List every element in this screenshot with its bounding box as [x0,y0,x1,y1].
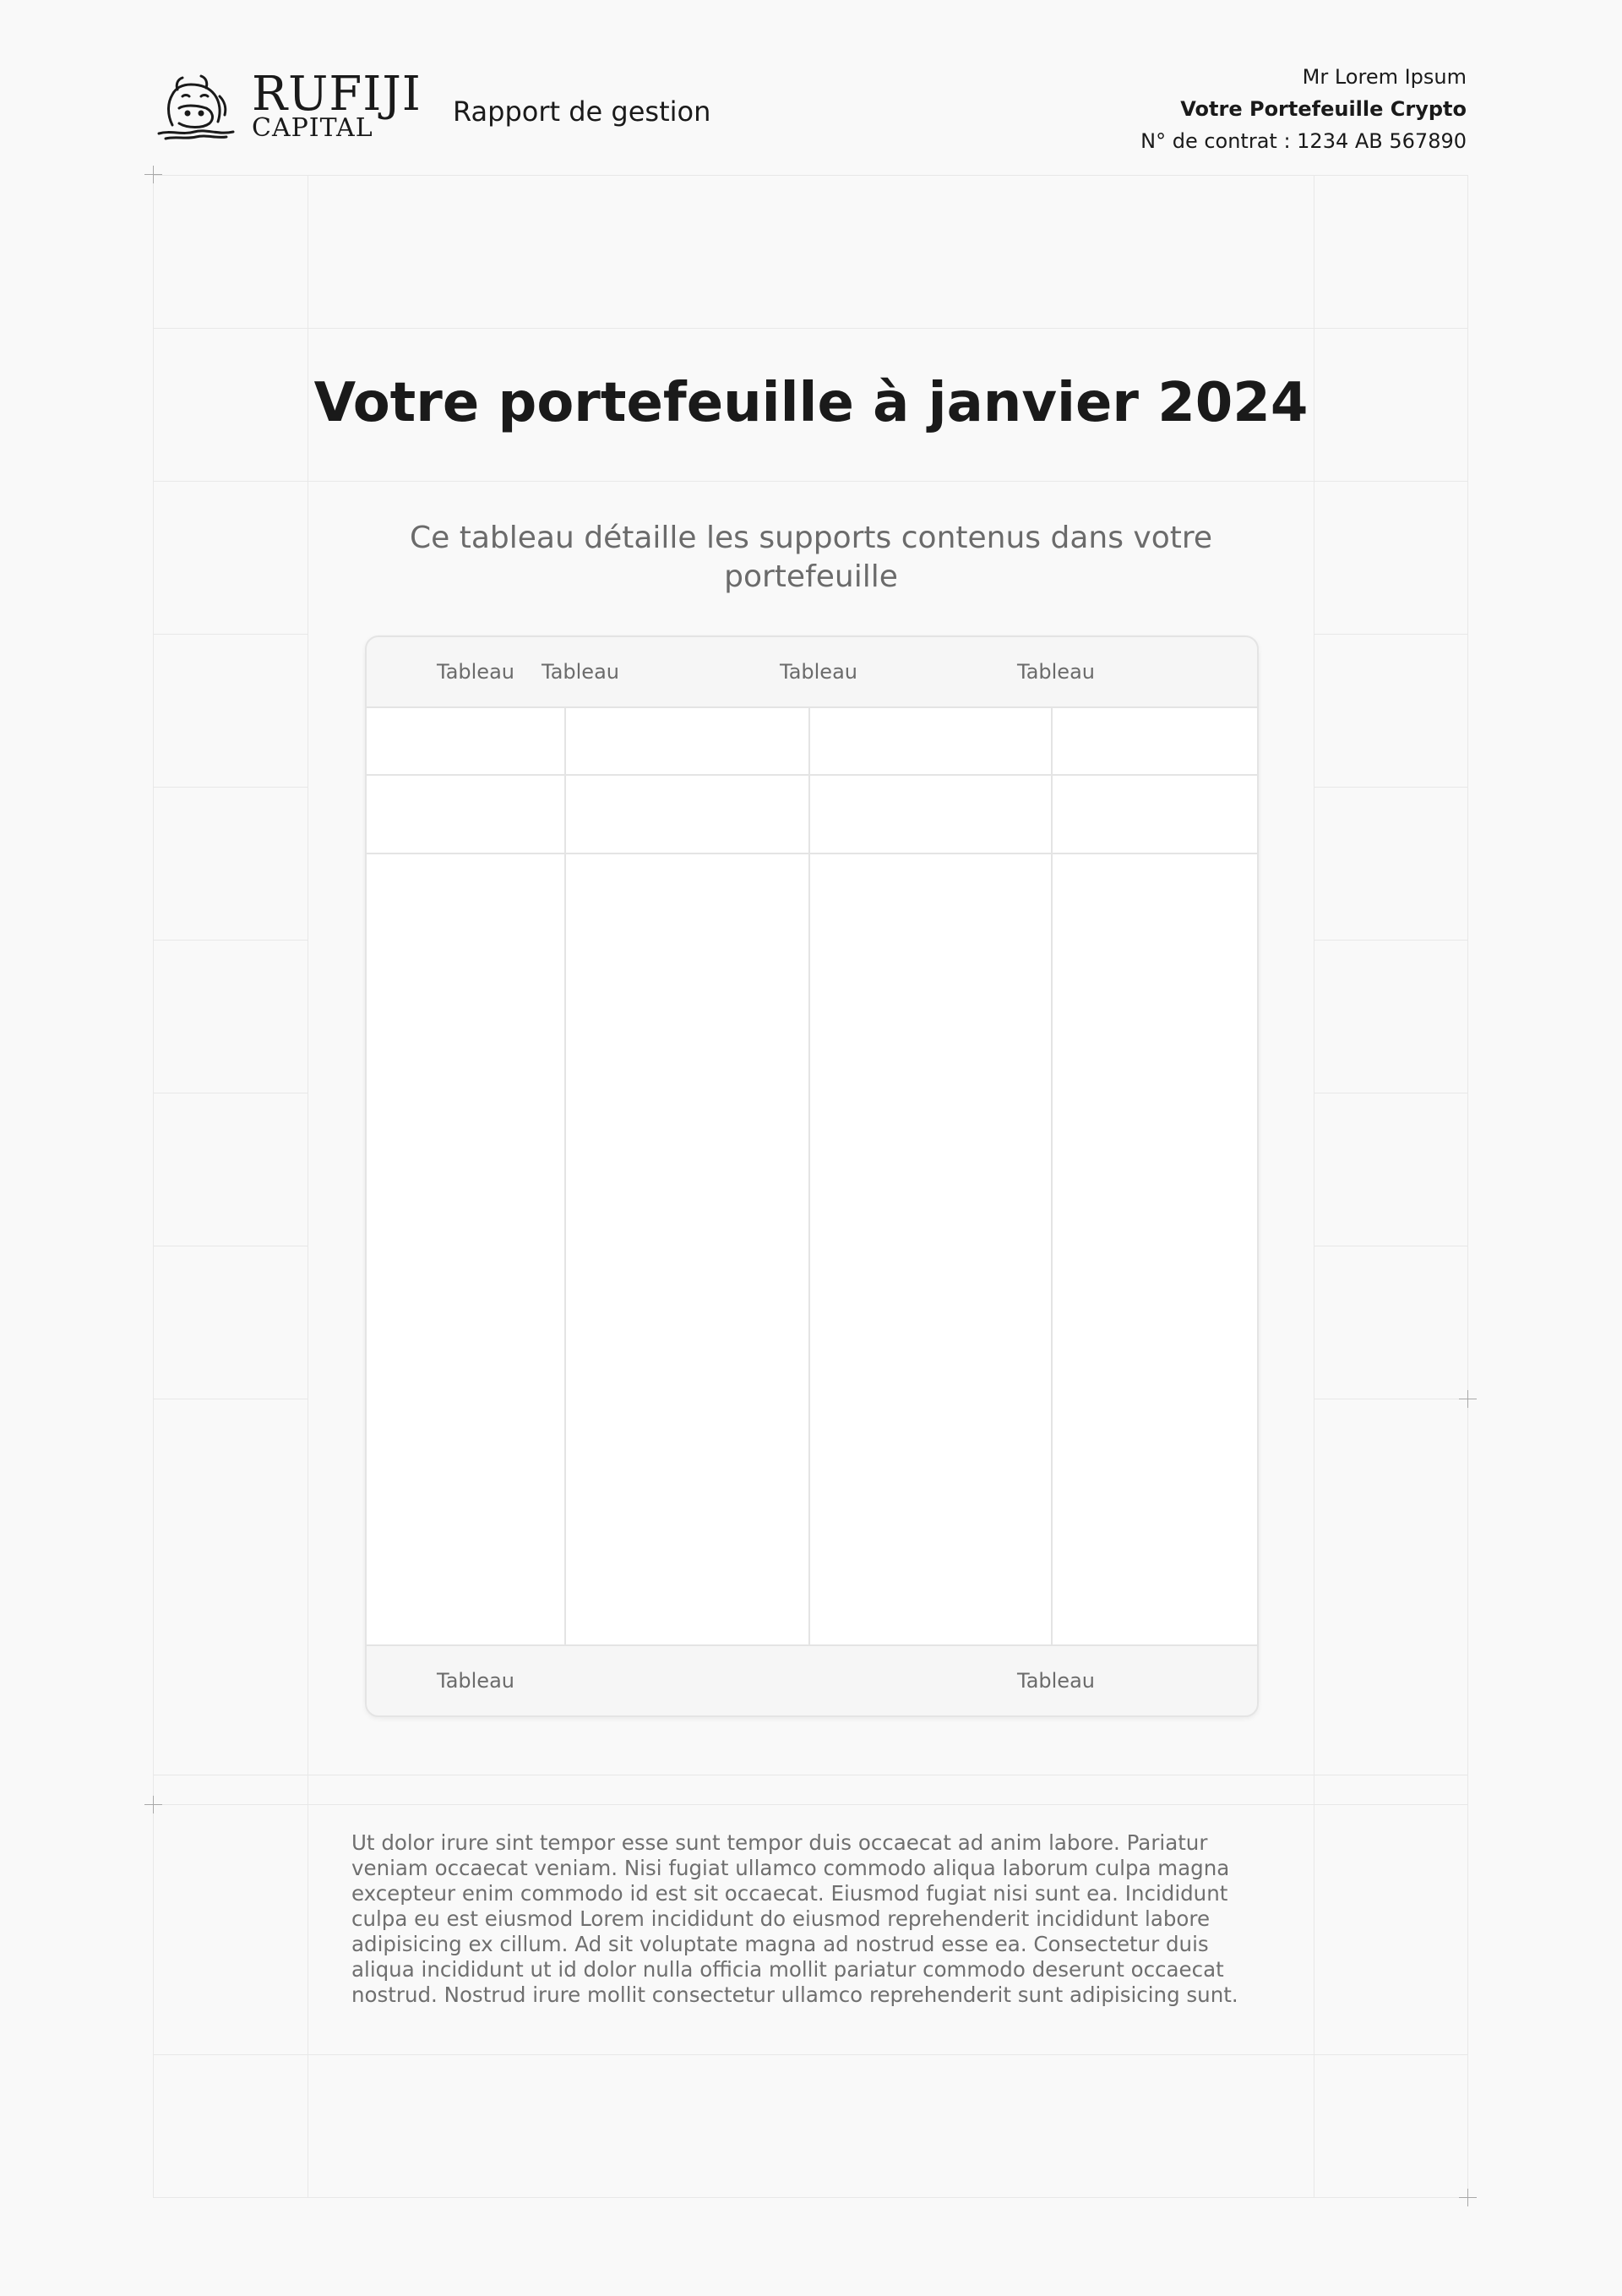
grid-line [153,2054,1468,2055]
crosshair-marker [144,166,162,183]
column-divider [564,708,566,1644]
grid-line [153,481,1468,482]
table-footer: Tableau Tableau [367,1646,1257,1715]
crosshair-marker [1459,1390,1477,1408]
client-name: Mr Lorem Ipsum [1302,65,1467,89]
grid-line [153,634,308,635]
body-paragraph: Ut dolor irure sint tempor esse sunt tem… [351,1830,1238,2007]
column-divider [1051,708,1053,1644]
report-label: Rapport de gestion [453,95,711,128]
grid-line [153,328,1468,329]
page-subtitle: Ce tableau détaille les supports contenu… [409,521,1213,594]
table-header-cell: Tableau [542,660,619,684]
row-divider [367,774,1257,776]
hippo-logo-icon [154,71,238,142]
grid-line [153,787,308,788]
crosshair-marker [144,1796,162,1813]
grid-line [1467,175,1468,2198]
grid-line [153,175,154,2198]
table-body [367,706,1257,1646]
grid-line [153,940,308,941]
table-header: Tableau Tableau Tableau Tableau [367,637,1257,706]
table-header-cell: Tableau [780,660,857,684]
grid-line [1314,940,1468,941]
grid-line [153,2197,1468,2198]
logo-wordmark: RUFIJI [252,67,422,122]
crosshair-marker [1459,2189,1477,2206]
contract-number: N° de contrat : 1234 AB 567890 [1140,129,1467,153]
portfolio-table: Tableau Tableau Tableau Tableau Tableau … [365,635,1259,1717]
table-header-cell: Tableau [1017,660,1095,684]
row-divider [367,853,1257,854]
page-title: Votre portefeuille à janvier 2024 [313,372,1309,434]
grid-line [153,175,1468,176]
portfolio-name: Votre Portefeuille Crypto [1180,97,1467,121]
logo-wordmark-sub: CAPITAL [252,113,373,143]
client-info: Mr Lorem Ipsum Votre Portefeuille Crypto… [1140,61,1467,157]
column-divider [808,708,810,1644]
grid-line [1314,787,1468,788]
grid-line [1314,634,1468,635]
grid-line [153,1804,1468,1805]
table-footer-cell: Tableau [437,1669,514,1693]
table-footer-cell: Tableau [1017,1669,1095,1693]
